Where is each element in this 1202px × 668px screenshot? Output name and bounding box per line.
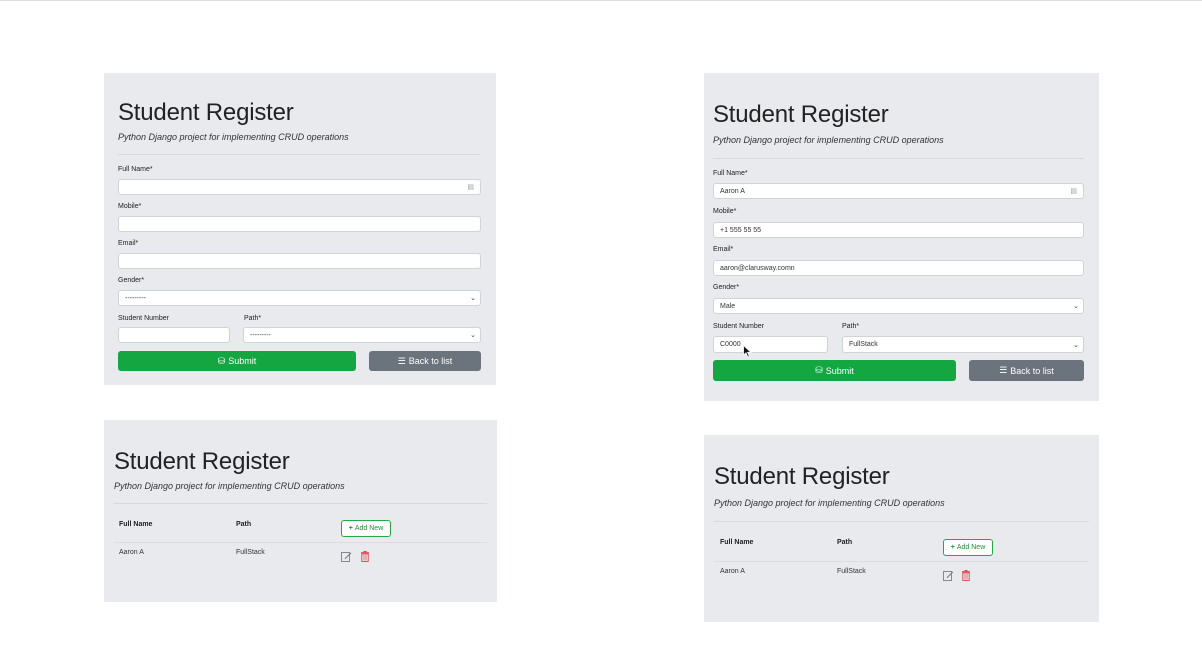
mobile-input[interactable]: +1 555 55 55 — [713, 222, 1084, 238]
back-to-list-button[interactable]: ☰ Back to list — [369, 351, 481, 371]
mobile-input[interactable] — [118, 216, 481, 232]
mobile-label: Mobile* — [713, 208, 737, 215]
back-to-list-button[interactable]: ☰ Back to list — [969, 360, 1084, 381]
submit-button[interactable]: ⛁ Submit — [118, 351, 356, 371]
page-title: Student Register — [118, 99, 294, 126]
student-number-input[interactable] — [118, 327, 230, 343]
column-header-full-name: Full Name — [720, 539, 754, 546]
mouse-cursor-icon — [743, 345, 752, 358]
full-name-label: Full Name* — [118, 166, 153, 173]
student-number-label: Student Number — [713, 323, 764, 330]
add-new-label: Add New — [956, 544, 986, 551]
back-to-list-label: Back to list — [408, 356, 453, 366]
list-panel: Student Register Python Django project f… — [704, 435, 1099, 622]
gender-select[interactable]: --------- ⌄ — [118, 290, 481, 306]
list-panel: Student Register Python Django project f… — [104, 420, 497, 602]
id-card-icon: ▤ — [467, 184, 474, 191]
column-header-path: Path — [837, 539, 853, 546]
header-divider — [714, 521, 1089, 522]
student-number-value: C0000 — [720, 341, 741, 348]
header-divider — [114, 503, 487, 504]
page-subtitle: Python Django project for implementing C… — [118, 132, 349, 142]
full-name-label: Full Name* — [713, 170, 748, 177]
email-input[interactable] — [118, 253, 481, 269]
page-title: Student Register — [114, 448, 290, 475]
plus-icon: + — [348, 525, 353, 532]
plus-icon: + — [950, 544, 955, 551]
page-title: Student Register — [714, 463, 890, 490]
table-divider — [114, 542, 487, 543]
column-header-full-name: Full Name — [119, 521, 153, 528]
trash-icon[interactable] — [961, 570, 971, 581]
email-value: aaron@clarusway.comn — [720, 264, 795, 272]
path-select-value: FullStack — [849, 341, 878, 348]
database-icon: ⛁ — [815, 365, 823, 375]
path-label: Path* — [244, 315, 262, 322]
top-divider — [0, 0, 1202, 1]
submit-button-label: Submit — [825, 365, 854, 376]
row-path: FullStack — [837, 568, 866, 575]
edit-icon[interactable] — [943, 570, 954, 581]
database-icon: ⛁ — [217, 355, 226, 366]
submit-button-label: Submit — [228, 356, 257, 366]
email-input[interactable]: aaron@clarusway.comn — [713, 260, 1084, 276]
add-new-button[interactable]: + Add New — [943, 539, 993, 556]
gender-label: Gender* — [713, 284, 740, 291]
empty-form-panel: Student Register Python Django project f… — [104, 73, 496, 385]
page-subtitle: Python Django project for implementing C… — [714, 498, 945, 508]
edit-icon[interactable] — [341, 551, 352, 562]
email-label: Email* — [118, 240, 139, 247]
full-name-input[interactable]: ▤ — [118, 179, 481, 195]
student-number-input[interactable]: C0000 — [713, 336, 828, 353]
column-header-path: Path — [236, 521, 252, 528]
add-new-button[interactable]: + Add New — [341, 520, 391, 537]
row-full-name: Aaron A — [720, 568, 745, 575]
trash-icon[interactable] — [360, 551, 370, 562]
chevron-down-icon: ⌄ — [470, 332, 476, 339]
chevron-down-icon: ⌄ — [1073, 303, 1079, 310]
page-subtitle: Python Django project for implementing C… — [114, 481, 345, 491]
list-icon: ☰ — [397, 355, 406, 366]
gender-label: Gender* — [118, 277, 145, 284]
page-title: Student Register — [713, 101, 889, 128]
back-to-list-label: Back to list — [1010, 365, 1054, 376]
mobile-label: Mobile* — [118, 203, 142, 210]
mobile-value: +1 555 55 55 — [720, 226, 762, 234]
add-new-label: Add New — [354, 525, 384, 532]
path-select[interactable]: FullStack ⌄ — [842, 336, 1084, 353]
gender-select-value: --------- — [125, 294, 146, 302]
list-icon: ☰ — [999, 365, 1008, 375]
chevron-down-icon: ⌄ — [470, 295, 476, 302]
table-divider — [714, 561, 1089, 562]
row-full-name: Aaron A — [119, 549, 144, 556]
gender-select-value: Male — [720, 302, 736, 310]
page-subtitle: Python Django project for implementing C… — [713, 135, 944, 145]
email-label: Email* — [713, 246, 734, 253]
id-card-icon: ▤ — [1070, 188, 1077, 195]
chevron-down-icon: ⌄ — [1073, 341, 1079, 349]
path-select[interactable]: --------- ⌄ — [243, 327, 481, 343]
filled-form-panel: Student Register Python Django project f… — [704, 73, 1099, 401]
student-number-label: Student Number — [118, 315, 169, 322]
row-path: FullStack — [236, 549, 265, 556]
full-name-input[interactable]: Aaron A ▤ — [713, 183, 1084, 199]
submit-button[interactable]: ⛁ Submit — [713, 360, 956, 381]
header-divider — [118, 154, 481, 155]
path-select-value: --------- — [250, 331, 271, 339]
header-divider — [713, 158, 1084, 159]
path-label: Path* — [842, 323, 860, 330]
full-name-value: Aaron A — [720, 187, 745, 195]
gender-select[interactable]: Male ⌄ — [713, 298, 1084, 314]
